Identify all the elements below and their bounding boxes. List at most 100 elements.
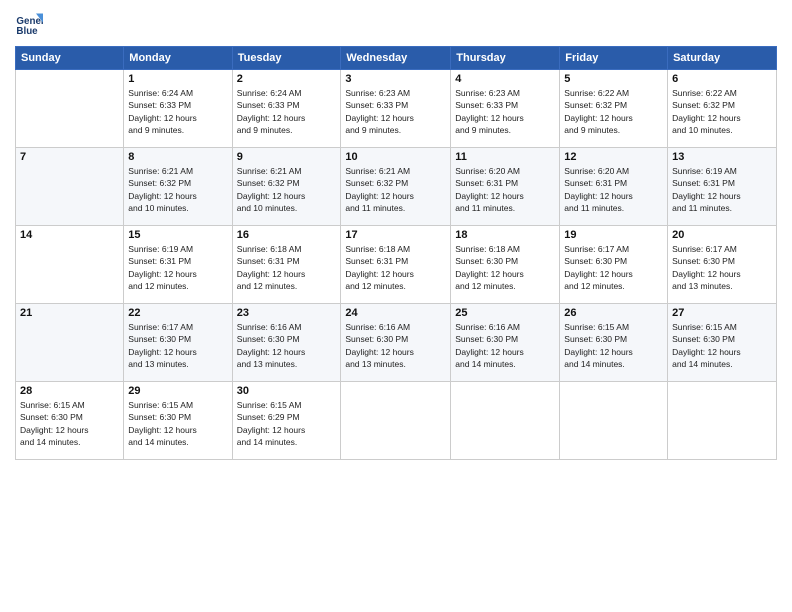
- calendar-cell: 27Sunrise: 6:15 AMSunset: 6:30 PMDayligh…: [668, 304, 777, 382]
- day-number: 9: [237, 151, 337, 163]
- day-number: 13: [672, 151, 772, 163]
- svg-text:Blue: Blue: [16, 26, 38, 37]
- calendar-cell: 17Sunrise: 6:18 AMSunset: 6:31 PMDayligh…: [341, 226, 451, 304]
- day-number: 6: [672, 73, 772, 85]
- day-info: Sunrise: 6:18 AMSunset: 6:31 PMDaylight:…: [345, 243, 446, 292]
- day-info: Sunrise: 6:23 AMSunset: 6:33 PMDaylight:…: [345, 87, 446, 136]
- calendar-cell: 16 Sunrise: 6:18 AMSunset: 6:31 PMDayligh…: [232, 226, 341, 304]
- calendar-cell: 22 Sunrise: 6:17 AMSunset: 6:30 PMDayligh…: [124, 304, 232, 382]
- calendar-cell: 1 Sunrise: 6:24 AMSunset: 6:33 PMDaylight…: [124, 70, 232, 148]
- day-number: 24: [345, 307, 446, 319]
- calendar-cell: 26 Sunrise: 6:15 AMSunset: 6:30 PMDayligh…: [560, 304, 668, 382]
- header: General Blue: [15, 10, 777, 38]
- day-info: Sunrise: 6:18 AMSunset: 6:31 PMDaylight:…: [237, 243, 337, 292]
- day-number: 22: [128, 307, 227, 319]
- calendar-cell: 18Sunrise: 6:18 AMSunset: 6:30 PMDayligh…: [451, 226, 560, 304]
- day-info: Sunrise: 6:16 AMSunset: 6:30 PMDaylight:…: [237, 321, 337, 370]
- day-info: Sunrise: 6:15 AMSunset: 6:30 PMDaylight:…: [672, 321, 772, 370]
- day-info: Sunrise: 6:24 AMSunset: 6:33 PMDaylight:…: [128, 87, 227, 136]
- calendar-week-row: 21 22 Sunrise: 6:17 AMSunset: 6:30 PMDayli…: [16, 304, 777, 382]
- calendar-cell: 24 Sunrise: 6:16 AMSunset: 6:30 PMDayligh…: [341, 304, 451, 382]
- day-of-week-header: Tuesday: [232, 47, 341, 70]
- day-info: Sunrise: 6:17 AMSunset: 6:30 PMDaylight:…: [672, 243, 772, 292]
- calendar-cell: 11Sunrise: 6:20 AMSunset: 6:31 PMDayligh…: [451, 148, 560, 226]
- day-info: Sunrise: 6:17 AMSunset: 6:30 PMDaylight:…: [128, 321, 227, 370]
- day-number: 10: [345, 151, 446, 163]
- day-of-week-header: Wednesday: [341, 47, 451, 70]
- day-of-week-header: Monday: [124, 47, 232, 70]
- calendar-cell: 8Sunrise: 6:21 AMSunset: 6:32 PMDaylight…: [124, 148, 232, 226]
- day-number: 7: [20, 151, 119, 163]
- calendar-cell: 19Sunrise: 6:17 AMSunset: 6:30 PMDayligh…: [560, 226, 668, 304]
- calendar-cell: [560, 382, 668, 460]
- day-info: Sunrise: 6:21 AMSunset: 6:32 PMDaylight:…: [237, 165, 337, 214]
- day-number: 28: [20, 385, 119, 397]
- day-number: 16: [237, 229, 337, 241]
- day-info: Sunrise: 6:18 AMSunset: 6:30 PMDaylight:…: [455, 243, 555, 292]
- day-info: Sunrise: 6:22 AMSunset: 6:32 PMDaylight:…: [564, 87, 663, 136]
- day-of-week-header: Thursday: [451, 47, 560, 70]
- day-number: 5: [564, 73, 663, 85]
- day-number: 23: [237, 307, 337, 319]
- calendar-cell: 14: [16, 226, 124, 304]
- day-number: 3: [345, 73, 446, 85]
- general-blue-logo-icon: General Blue: [15, 10, 43, 38]
- calendar-week-row: 14 15Sunrise: 6:19 AMSunset: 6:31 PMDayli…: [16, 226, 777, 304]
- calendar-cell: 9 Sunrise: 6:21 AMSunset: 6:32 PMDaylight…: [232, 148, 341, 226]
- day-info: Sunrise: 6:21 AMSunset: 6:32 PMDaylight:…: [345, 165, 446, 214]
- calendar-cell: 2 Sunrise: 6:24 AMSunset: 6:33 PMDaylight…: [232, 70, 341, 148]
- day-info: Sunrise: 6:24 AMSunset: 6:33 PMDaylight:…: [237, 87, 337, 136]
- day-number: 12: [564, 151, 663, 163]
- calendar-week-row: 1 Sunrise: 6:24 AMSunset: 6:33 PMDaylight…: [16, 70, 777, 148]
- day-number: 20: [672, 229, 772, 241]
- calendar-cell: 25 Sunrise: 6:16 AMSunset: 6:30 PMDayligh…: [451, 304, 560, 382]
- day-number: 19: [564, 229, 663, 241]
- day-info: Sunrise: 6:19 AMSunset: 6:31 PMDaylight:…: [128, 243, 227, 292]
- calendar-week-row: 28 Sunrise: 6:15 AMSunset: 6:30 PMDayligh…: [16, 382, 777, 460]
- calendar-cell: [451, 382, 560, 460]
- day-number: 1: [128, 73, 227, 85]
- day-info: Sunrise: 6:22 AMSunset: 6:32 PMDaylight:…: [672, 87, 772, 136]
- day-info: Sunrise: 6:16 AMSunset: 6:30 PMDaylight:…: [345, 321, 446, 370]
- day-of-week-header: Saturday: [668, 47, 777, 70]
- day-number: 30: [237, 385, 337, 397]
- day-number: 4: [455, 73, 555, 85]
- page: General Blue SundayMondayTuesdayWednesda…: [0, 0, 792, 612]
- day-number: 14: [20, 229, 119, 241]
- day-info: Sunrise: 6:19 AMSunset: 6:31 PMDaylight:…: [672, 165, 772, 214]
- day-info: Sunrise: 6:16 AMSunset: 6:30 PMDaylight:…: [455, 321, 555, 370]
- calendar-cell: 23 Sunrise: 6:16 AMSunset: 6:30 PMDayligh…: [232, 304, 341, 382]
- logo: General Blue: [15, 10, 43, 38]
- day-number: 26: [564, 307, 663, 319]
- calendar-cell: 4 Sunrise: 6:23 AMSunset: 6:33 PMDaylight…: [451, 70, 560, 148]
- calendar-cell: 3 Sunrise: 6:23 AMSunset: 6:33 PMDaylight…: [341, 70, 451, 148]
- day-info: Sunrise: 6:20 AMSunset: 6:31 PMDaylight:…: [564, 165, 663, 214]
- calendar-cell: 15Sunrise: 6:19 AMSunset: 6:31 PMDayligh…: [124, 226, 232, 304]
- day-info: Sunrise: 6:15 AMSunset: 6:30 PMDaylight:…: [128, 399, 227, 448]
- day-number: 2: [237, 73, 337, 85]
- calendar-week-row: 7 8Sunrise: 6:21 AMSunset: 6:32 PMDayligh…: [16, 148, 777, 226]
- calendar-cell: 5 Sunrise: 6:22 AMSunset: 6:32 PMDaylight…: [560, 70, 668, 148]
- calendar-cell: 6 Sunrise: 6:22 AMSunset: 6:32 PMDaylight…: [668, 70, 777, 148]
- calendar-cell: [668, 382, 777, 460]
- calendar-table: SundayMondayTuesdayWednesdayThursdayFrid…: [15, 46, 777, 460]
- calendar-cell: 10 Sunrise: 6:21 AMSunset: 6:32 PMDayligh…: [341, 148, 451, 226]
- calendar-cell: 12 Sunrise: 6:20 AMSunset: 6:31 PMDayligh…: [560, 148, 668, 226]
- calendar-cell: 13 Sunrise: 6:19 AMSunset: 6:31 PMDayligh…: [668, 148, 777, 226]
- calendar-cell: 21: [16, 304, 124, 382]
- day-number: 29: [128, 385, 227, 397]
- calendar-cell: [341, 382, 451, 460]
- day-info: Sunrise: 6:21 AMSunset: 6:32 PMDaylight:…: [128, 165, 227, 214]
- calendar-cell: 28Sunrise: 6:15 AMSunset: 6:30 PMDayligh…: [16, 382, 124, 460]
- day-number: 11: [455, 151, 555, 163]
- day-of-week-header: Sunday: [16, 47, 124, 70]
- calendar-cell: 29 Sunrise: 6:15 AMSunset: 6:30 PMDayligh…: [124, 382, 232, 460]
- calendar-cell: 7: [16, 148, 124, 226]
- day-info: Sunrise: 6:15 AMSunset: 6:30 PMDaylight:…: [564, 321, 663, 370]
- day-number: 21: [20, 307, 119, 319]
- calendar-cell: 30Sunrise: 6:15 AMSunset: 6:29 PMDayligh…: [232, 382, 341, 460]
- day-info: Sunrise: 6:23 AMSunset: 6:33 PMDaylight:…: [455, 87, 555, 136]
- calendar-body: 1 Sunrise: 6:24 AMSunset: 6:33 PMDaylight…: [16, 70, 777, 460]
- day-of-week-header: Friday: [560, 47, 668, 70]
- day-number: 25: [455, 307, 555, 319]
